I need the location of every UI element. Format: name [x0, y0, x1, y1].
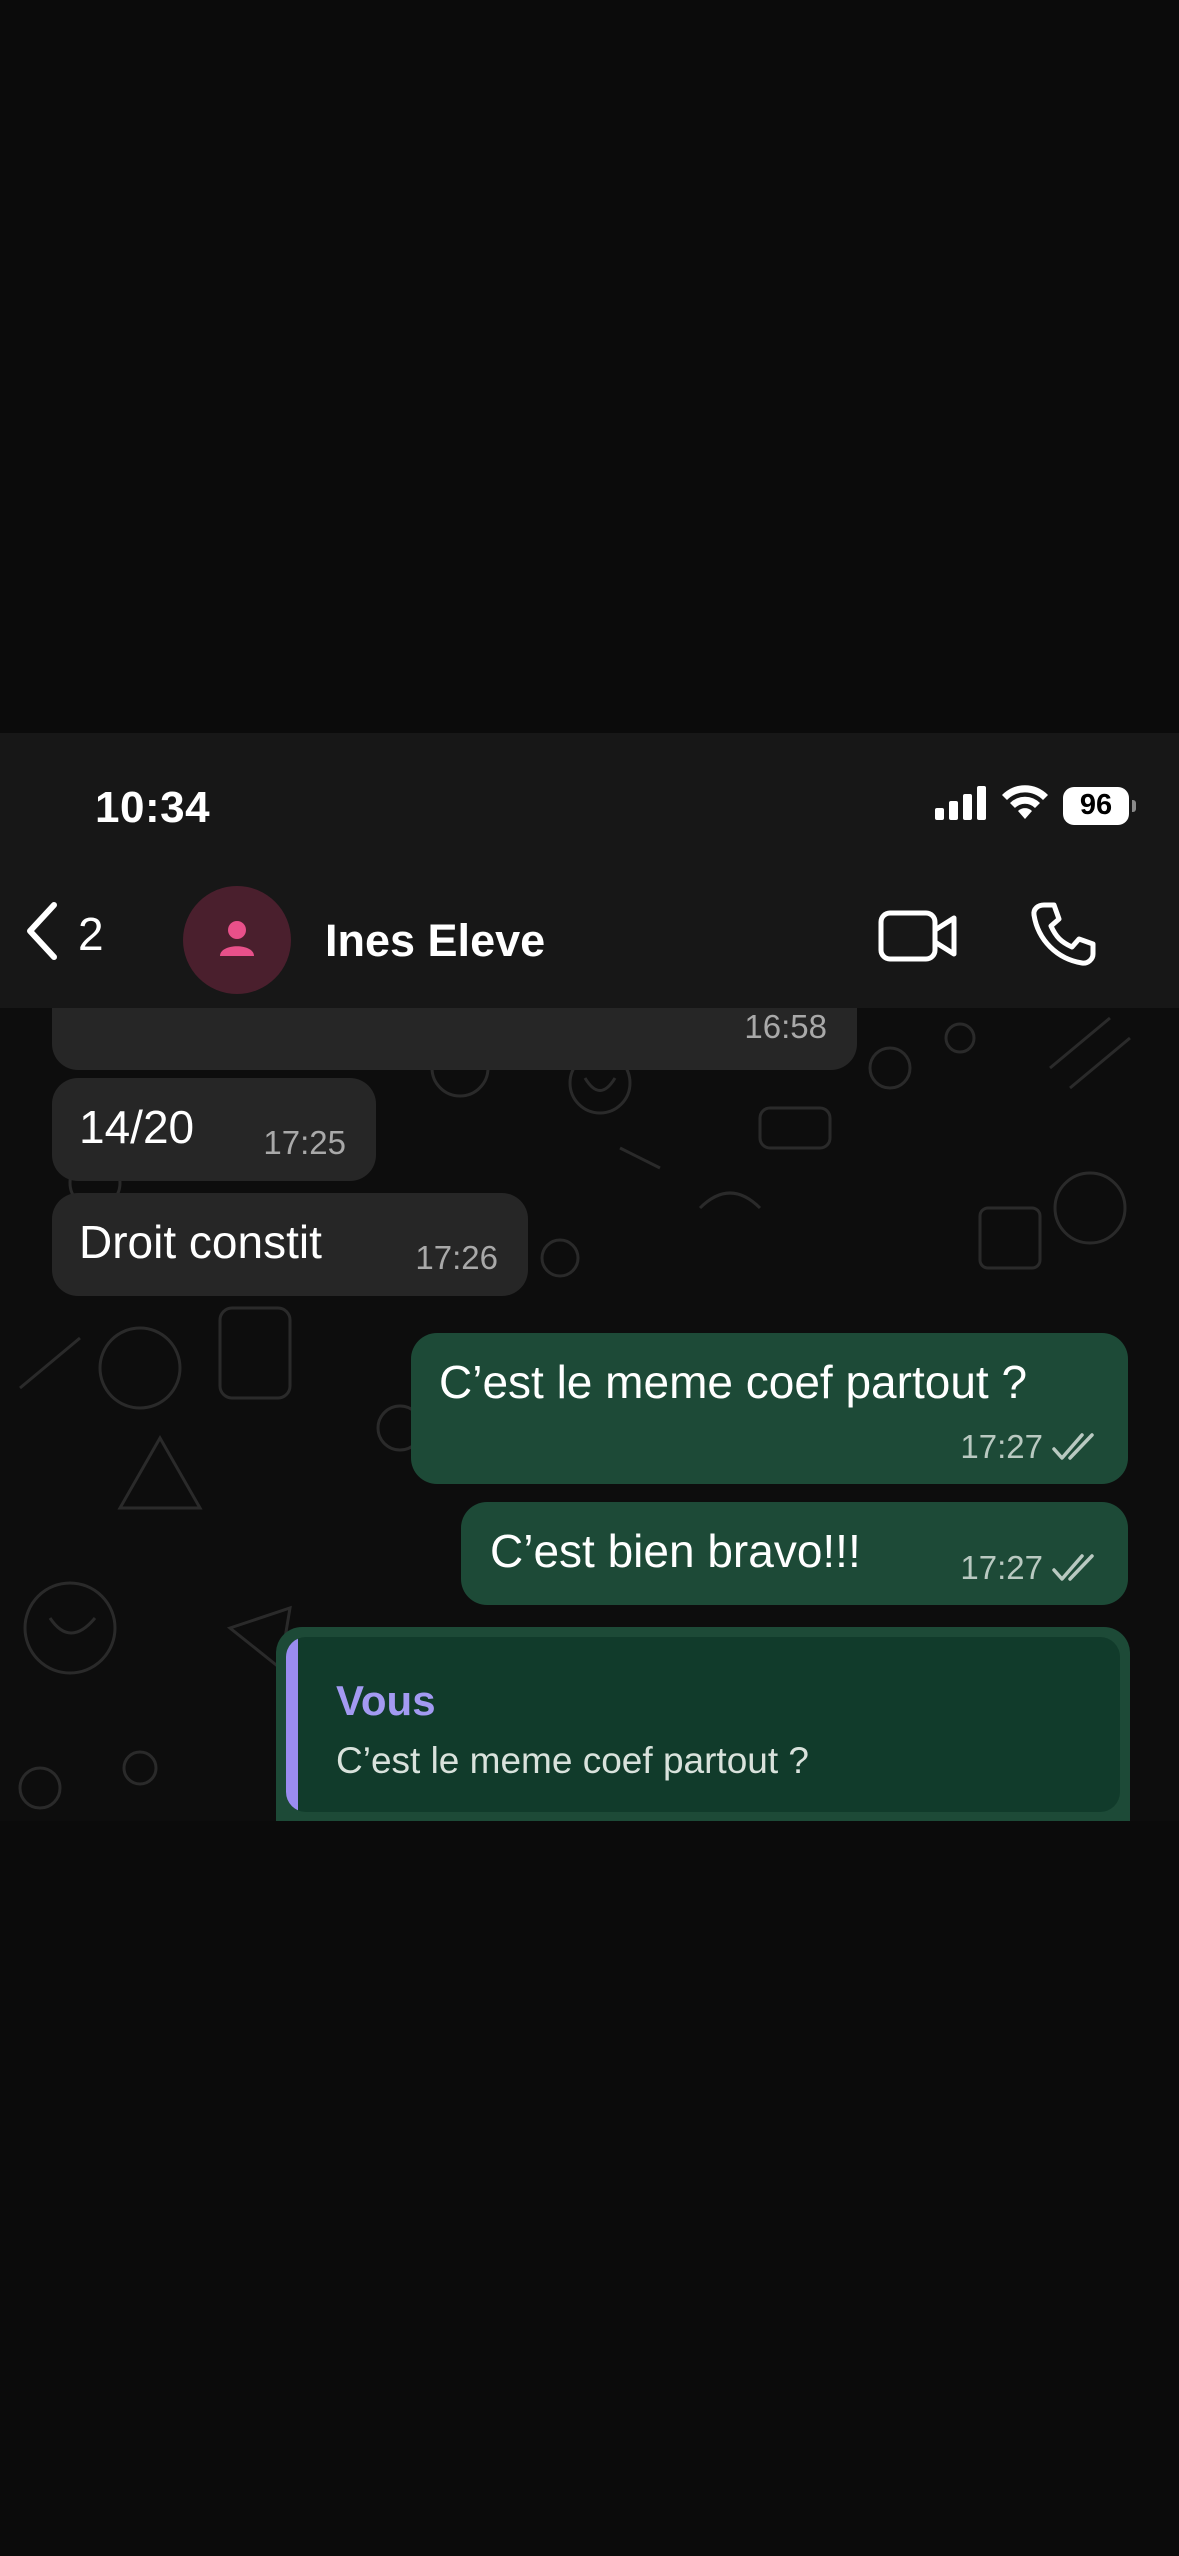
chat-screen: 10:34 96 2 Ines Eleve 16:58 14/20 17:25 … [0, 733, 1179, 1821]
unread-count: 2 [78, 907, 104, 960]
quoted-message[interactable]: Vous C’est le meme coef partout ? [286, 1637, 1120, 1812]
battery-indicator: 96 [1063, 786, 1136, 825]
message-bubble-incoming[interactable]: Droit constit 17:26 [52, 1193, 528, 1296]
person-icon [217, 918, 257, 963]
video-call-button[interactable] [878, 908, 958, 969]
wifi-icon [1001, 785, 1049, 826]
message-text: 14/20 [79, 1101, 195, 1153]
message-text: Droit constit [79, 1216, 322, 1268]
message-bubble-outgoing[interactable]: C’est le meme coef partout ? 17:27 [411, 1333, 1128, 1484]
message-text: C’est bien bravo!!! [490, 1525, 861, 1577]
double-check-icon [1052, 1552, 1102, 1589]
chevron-left-icon [22, 901, 62, 966]
double-check-icon [1052, 1431, 1102, 1468]
message-time: 17:26 [415, 1239, 498, 1276]
message-list[interactable]: 16:58 14/20 17:25 Droit constit 17:26 C’… [0, 1008, 1179, 1821]
back-button[interactable]: 2 [22, 901, 104, 966]
phone-icon [1030, 902, 1096, 971]
voice-call-button[interactable] [1030, 901, 1096, 972]
status-icons: 96 [935, 785, 1136, 826]
message-bubble-incoming[interactable]: 14/20 17:25 [52, 1078, 376, 1181]
top-bar: 10:34 96 2 Ines Eleve [0, 733, 1179, 1008]
quote-accent-bar [286, 1637, 298, 1812]
avatar[interactable] [183, 886, 291, 994]
message-text: C’est le meme coef partout ? [439, 1356, 1028, 1408]
message-time: 16:58 [744, 1008, 827, 1045]
message-time: 17:25 [263, 1124, 346, 1161]
video-camera-icon [878, 910, 958, 968]
quote-author: Vous [336, 1677, 436, 1724]
message-bubble-outgoing[interactable]: C’est bien bravo!!! 17:27 [461, 1502, 1128, 1605]
message-time: 17:27 [960, 1549, 1043, 1586]
status-time: 10:34 [95, 783, 211, 832]
message-bubble-incoming[interactable]: 16:58 [52, 1008, 857, 1070]
cellular-signal-icon [935, 786, 987, 825]
message-time: 17:27 [960, 1428, 1043, 1465]
quote-text: C’est le meme coef partout ? [336, 1740, 809, 1781]
contact-name[interactable]: Ines Eleve [325, 915, 545, 967]
message-bubble-reply[interactable]: Vous C’est le meme coef partout ? [276, 1627, 1130, 1821]
